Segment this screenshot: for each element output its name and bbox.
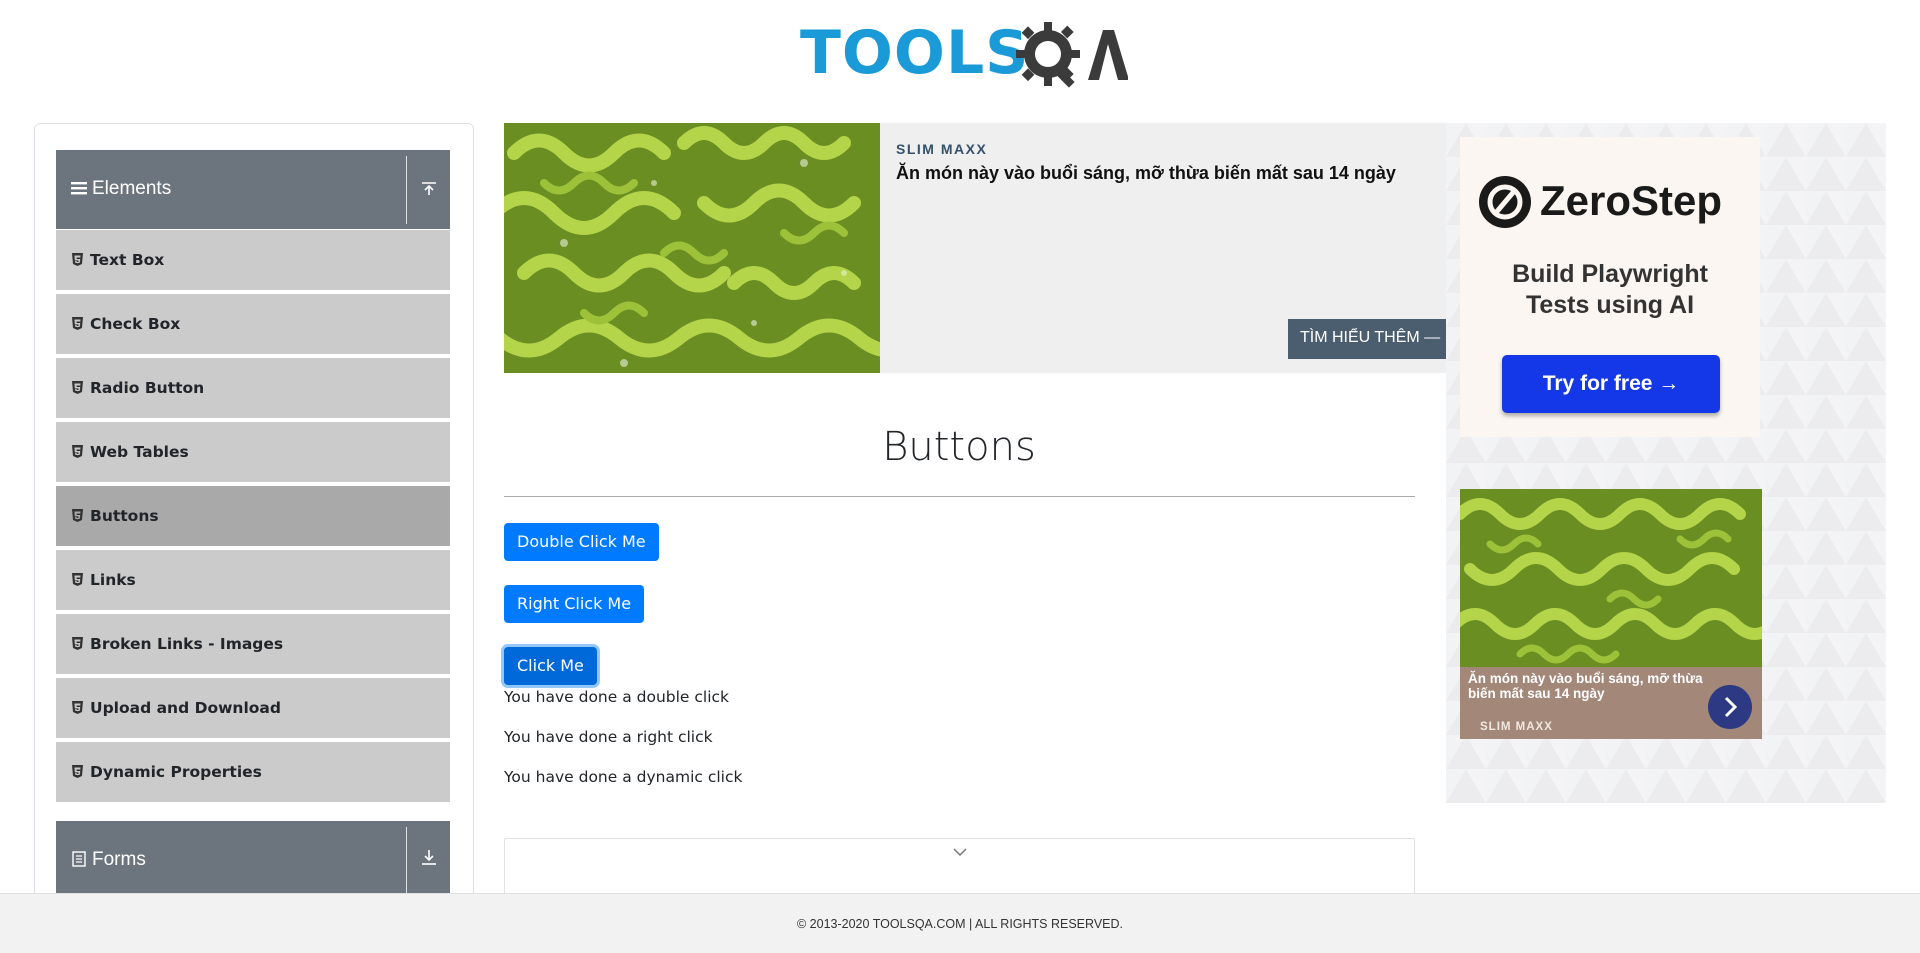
sidebar-item-label: Upload and Download <box>90 699 281 717</box>
page-title: Buttons <box>882 424 1036 470</box>
double-click-button[interactable]: Double Click Me <box>504 523 659 561</box>
native-ad-brand: SLIM MAXX <box>1480 721 1553 733</box>
toolsqa-logo[interactable]: TOOLSQA <box>800 12 1128 92</box>
sidebar-item-broken-links[interactable]: Broken Links - Images <box>56 614 450 676</box>
sidebar-item-radio-button[interactable]: Radio Button <box>56 358 450 420</box>
native-ad[interactable]: Ăn món này vào buổi sáng, mỡ thừa biến m… <box>1460 489 1762 739</box>
html5-icon <box>72 253 83 266</box>
sidebar-item-label: Buttons <box>90 507 159 525</box>
double-click-message: You have done a double click <box>504 688 730 706</box>
divider <box>504 496 1415 497</box>
site-footer: © 2013-2020 TOOLSQA.COM | ALL RIGHTS RES… <box>0 893 1920 953</box>
sidebar-item-web-tables[interactable]: Web Tables <box>56 422 450 484</box>
sidebar-item-label: Broken Links - Images <box>90 635 284 653</box>
divider <box>406 827 407 895</box>
collapse-up-icon[interactable] <box>418 176 440 198</box>
html5-icon <box>72 445 83 458</box>
html5-icon <box>72 573 83 586</box>
gear-magnifier-icon <box>1016 22 1128 88</box>
sidebar-item-dynamic-properties[interactable]: Dynamic Properties <box>56 742 450 804</box>
sidebar-item-label: Check Box <box>90 315 181 333</box>
group-header-elements[interactable]: Elements <box>56 150 450 230</box>
sidebar-item-label: Links <box>90 571 136 589</box>
group-label-elements: Elements <box>92 178 172 199</box>
click-me-button[interactable]: Click Me <box>504 647 597 685</box>
sidebar-item-text-box[interactable]: Text Box <box>56 230 450 292</box>
zerostep-tagline: Build Playwright Tests using AI <box>1460 259 1760 321</box>
sidebar-item-label: Radio Button <box>90 379 205 397</box>
sidebar-item-buttons[interactable]: Buttons <box>56 486 450 548</box>
html5-icon <box>72 637 83 650</box>
hamburger-icon <box>71 182 87 195</box>
native-ad-headline: Ăn món này vào buổi sáng, mỡ thừa biến m… <box>1468 671 1703 701</box>
chevron-down-icon[interactable] <box>952 847 968 857</box>
html5-icon <box>72 765 83 778</box>
html5-icon <box>72 701 83 714</box>
right-click-button[interactable]: Right Click Me <box>504 585 645 623</box>
sidebar-item-links[interactable]: Links <box>56 550 450 612</box>
copyright-text: © 2013-2020 TOOLSQA.COM | ALL RIGHTS RES… <box>796 917 1123 931</box>
sidebar-item-label: Text Box <box>90 251 165 269</box>
zerostep-logo-icon <box>1479 176 1531 228</box>
expand-down-icon[interactable] <box>418 847 440 869</box>
ad-sidebar-right: ZeroStep Build Playwright Tests using AI… <box>1446 123 1886 803</box>
ad-headline[interactable]: Ăn món này vào buổi sáng, mỡ thừa biến m… <box>896 163 1396 184</box>
tagline-line-1: Build Playwright <box>1512 260 1708 288</box>
ad-food-image <box>504 123 880 373</box>
ad-banner-top[interactable]: SLIM MAXX Ăn món này vào buổi sáng, mỡ t… <box>504 123 1458 373</box>
ad-learn-more-button[interactable]: TÌM HIỂU THÊM — <box>1288 319 1458 359</box>
zerostep-brand-name: ZeroStep <box>1540 177 1723 224</box>
html5-icon <box>72 317 83 330</box>
sidebar-item-label: Dynamic Properties <box>90 763 262 781</box>
sidebar-item-label: Web Tables <box>90 443 189 461</box>
html5-icon <box>72 509 83 522</box>
document-icon <box>72 851 86 867</box>
try-for-free-button[interactable]: Try for free → <box>1502 355 1720 413</box>
group-label-forms: Forms <box>92 849 146 870</box>
sidebar-item-check-box[interactable]: Check Box <box>56 294 450 356</box>
chevron-right-icon[interactable] <box>1708 685 1752 729</box>
logo-tools-text: TOOLS <box>800 18 1030 88</box>
zerostep-ad[interactable]: ZeroStep Build Playwright Tests using AI… <box>1460 137 1760 437</box>
left-sidebar: Elements Text Box Check Box Radio Button… <box>34 123 474 913</box>
html5-icon <box>72 381 83 394</box>
sidebar-item-upload-download[interactable]: Upload and Download <box>56 678 450 740</box>
right-click-message: You have done a right click <box>504 728 713 746</box>
ad-brand: SLIM MAXX <box>896 141 988 157</box>
site-header: TOOLSQA <box>0 0 1920 100</box>
divider <box>406 156 407 224</box>
tagline-line-2: Tests using AI <box>1525 291 1695 319</box>
dynamic-click-message: You have done a dynamic click <box>504 768 743 786</box>
group-header-forms[interactable]: Forms <box>56 821 450 901</box>
ad-food-image <box>1460 489 1762 667</box>
